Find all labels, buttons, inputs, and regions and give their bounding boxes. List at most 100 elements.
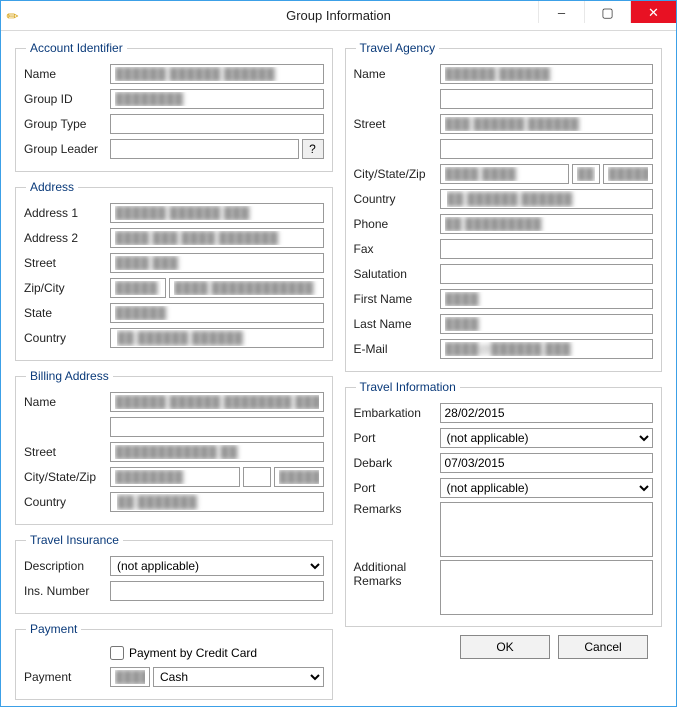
agency-salutation-label: Salutation [354, 267, 440, 281]
group-leader-lookup-button[interactable]: ? [302, 139, 324, 159]
port2-label: Port [354, 481, 440, 495]
agency-email-input[interactable] [440, 339, 654, 359]
payment-legend: Payment [26, 622, 81, 636]
debark-input[interactable] [440, 453, 654, 473]
billing-legend: Billing Address [26, 369, 113, 383]
agency-phone-input[interactable] [440, 214, 654, 234]
payment-cc-checkbox[interactable] [110, 646, 124, 660]
billing-name-label: Name [24, 395, 110, 409]
maximize-button[interactable]: ▢ [584, 1, 630, 23]
payment-label: Payment [24, 670, 110, 684]
payment-cc-label: Payment by Credit Card [129, 646, 257, 660]
remarks-label: Remarks [354, 502, 440, 516]
address1-input[interactable] [110, 203, 324, 223]
address-group: Address Address 1 Address 2 Street Zip/C… [15, 180, 333, 361]
port1-label: Port [354, 431, 440, 445]
agency-legend: Travel Agency [356, 41, 440, 55]
group-type-label: Group Type [24, 117, 110, 131]
account-identifier-legend: Account Identifier [26, 41, 127, 55]
group-id-label: Group ID [24, 92, 110, 106]
remarks-textarea[interactable] [440, 502, 654, 557]
billing-zip-input[interactable] [274, 467, 324, 487]
payment-select[interactable]: Cash [153, 667, 324, 687]
titlebar: ✎ Group Information – ▢ ✕ [1, 1, 676, 31]
travel-info-legend: Travel Information [356, 380, 460, 394]
address2-label: Address 2 [24, 231, 110, 245]
agency-first-input[interactable] [440, 289, 654, 309]
cancel-button[interactable]: Cancel [558, 635, 648, 659]
zip-input[interactable] [110, 278, 166, 298]
state-input[interactable] [110, 303, 324, 323]
billing-country-label: Country [24, 495, 110, 509]
agency-street-label: Street [354, 117, 440, 131]
travel-information-group: Travel Information Embarkation Port (not… [345, 380, 663, 627]
address2-input[interactable] [110, 228, 324, 248]
street-input[interactable] [110, 253, 324, 273]
agency-csz-label: City/State/Zip [354, 167, 440, 181]
name-label: Name [24, 67, 110, 81]
country-select[interactable]: ██ ██████ ██████ [110, 328, 324, 348]
billing-name-input[interactable] [110, 392, 324, 412]
name-input[interactable] [110, 64, 324, 84]
billing-state-input[interactable] [243, 467, 271, 487]
city-input[interactable] [169, 278, 324, 298]
agency-first-label: First Name [354, 292, 440, 306]
debark-label: Debark [354, 456, 440, 470]
group-type-input[interactable] [110, 114, 324, 134]
billing-street-input[interactable] [110, 442, 324, 462]
zipcity-label: Zip/City [24, 281, 110, 295]
agency-city-input[interactable] [440, 164, 570, 184]
state-label: State [24, 306, 110, 320]
addl-remarks-label: Additional Remarks [354, 560, 440, 588]
ok-button[interactable]: OK [460, 635, 550, 659]
payment-group: Payment Payment by Credit Card Payment C… [15, 622, 333, 700]
agency-fax-label: Fax [354, 242, 440, 256]
agency-name-input[interactable] [440, 64, 654, 84]
agency-street-input[interactable] [440, 114, 654, 134]
group-id-input[interactable] [110, 89, 324, 109]
street-label: Street [24, 256, 110, 270]
ins-num-label: Ins. Number [24, 584, 110, 598]
billing-name2-input[interactable] [110, 417, 324, 437]
agency-fax-input[interactable] [440, 239, 654, 259]
addl-remarks-textarea[interactable] [440, 560, 654, 615]
travel-insurance-group: Travel Insurance Description (not applic… [15, 533, 333, 614]
address-legend: Address [26, 180, 78, 194]
travel-agency-group: Travel Agency Name Street City/State/Zip [345, 41, 663, 372]
agency-country-select[interactable]: ██ ██████ ██████ [440, 189, 654, 209]
ins-desc-select[interactable]: (not applicable) [110, 556, 324, 576]
embark-label: Embarkation [354, 406, 440, 420]
group-leader-input[interactable] [110, 139, 299, 159]
agency-zip-input[interactable] [603, 164, 653, 184]
footer-buttons: OK Cancel [345, 635, 663, 659]
payment-code-input[interactable] [110, 667, 150, 687]
agency-street2-input[interactable] [440, 139, 654, 159]
agency-email-label: E-Mail [354, 342, 440, 356]
ins-num-input[interactable] [110, 581, 324, 601]
country-label: Country [24, 331, 110, 345]
billing-country-select[interactable]: ██ ███████ [110, 492, 324, 512]
billing-street-label: Street [24, 445, 110, 459]
embark-input[interactable] [440, 403, 654, 423]
port1-select[interactable]: (not applicable) [440, 428, 654, 448]
insurance-legend: Travel Insurance [26, 533, 123, 547]
port2-select[interactable]: (not applicable) [440, 478, 654, 498]
app-icon: ✎ [7, 8, 23, 24]
agency-name-label: Name [354, 67, 440, 81]
agency-phone-label: Phone [354, 217, 440, 231]
agency-state-input[interactable] [572, 164, 600, 184]
billing-csz-label: City/State/Zip [24, 470, 110, 484]
agency-last-input[interactable] [440, 314, 654, 334]
close-button[interactable]: ✕ [630, 1, 676, 23]
agency-country-label: Country [354, 192, 440, 206]
window-buttons: – ▢ ✕ [538, 1, 676, 23]
billing-city-input[interactable] [110, 467, 240, 487]
agency-name2-input[interactable] [440, 89, 654, 109]
left-column: Account Identifier Name Group ID Group T… [15, 41, 333, 708]
right-column: Travel Agency Name Street City/State/Zip [345, 41, 663, 708]
minimize-button[interactable]: – [538, 1, 584, 23]
group-leader-label: Group Leader [24, 142, 110, 156]
ins-desc-label: Description [24, 559, 110, 573]
billing-address-group: Billing Address Name Street City/State/Z… [15, 369, 333, 525]
agency-salutation-input[interactable] [440, 264, 654, 284]
